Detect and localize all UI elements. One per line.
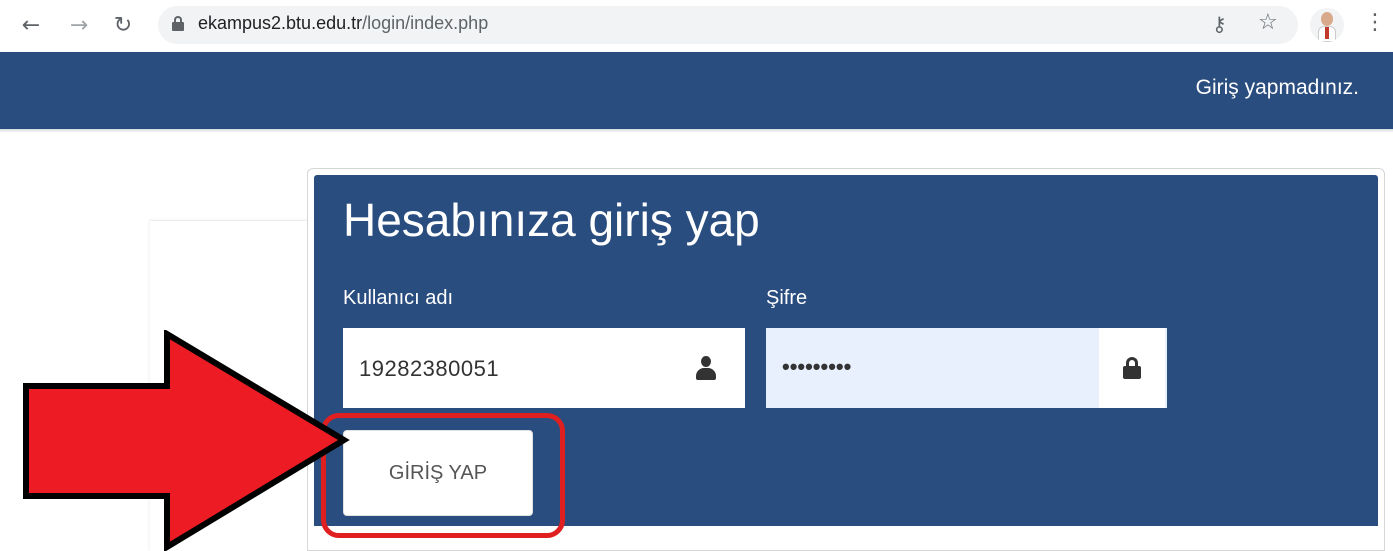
back-arrow-icon[interactable]: ← (16, 10, 46, 40)
lock-icon-addon (1099, 328, 1165, 408)
header-shadow (0, 129, 1393, 133)
login-submit-button[interactable]: GİRİŞ YAP (343, 430, 533, 516)
login-status-text: Giriş yapmadınız. (1195, 76, 1359, 99)
password-label: Şifre (766, 287, 808, 309)
reload-icon[interactable]: ↻ (108, 10, 138, 40)
red-arrow-annotation (23, 330, 350, 551)
username-field[interactable]: 19282380051 (343, 328, 745, 408)
more-vert-icon[interactable]: ⋮ (1364, 10, 1386, 35)
user-icon-addon (673, 328, 739, 408)
password-value: ••••••••• (782, 354, 852, 379)
avatar[interactable] (1310, 8, 1344, 42)
padlock-icon (1123, 357, 1141, 379)
user-icon (696, 356, 716, 380)
url-text[interactable]: ekampus2.btu.edu.tr/login/index.php (198, 13, 488, 34)
username-value: 19282380051 (359, 356, 500, 381)
site-header: Giriş yapmadınız. (0, 52, 1393, 129)
forward-arrow-icon[interactable]: → (64, 10, 94, 40)
username-label: Kullanıcı adı (343, 287, 454, 309)
star-icon[interactable]: ☆ (1258, 10, 1278, 35)
login-title: Hesabınıza giriş yap (343, 194, 760, 246)
lock-icon (172, 16, 184, 32)
browser-toolbar: ← → ↻ ekampus2.btu.edu.tr/login/index.ph… (0, 0, 1393, 50)
password-field[interactable]: ••••••••• (766, 328, 1167, 408)
url-host: ekampus2.btu.edu.tr (198, 13, 363, 33)
key-icon[interactable]: ⚷ (1212, 12, 1227, 36)
url-path: /login/index.php (362, 13, 489, 33)
